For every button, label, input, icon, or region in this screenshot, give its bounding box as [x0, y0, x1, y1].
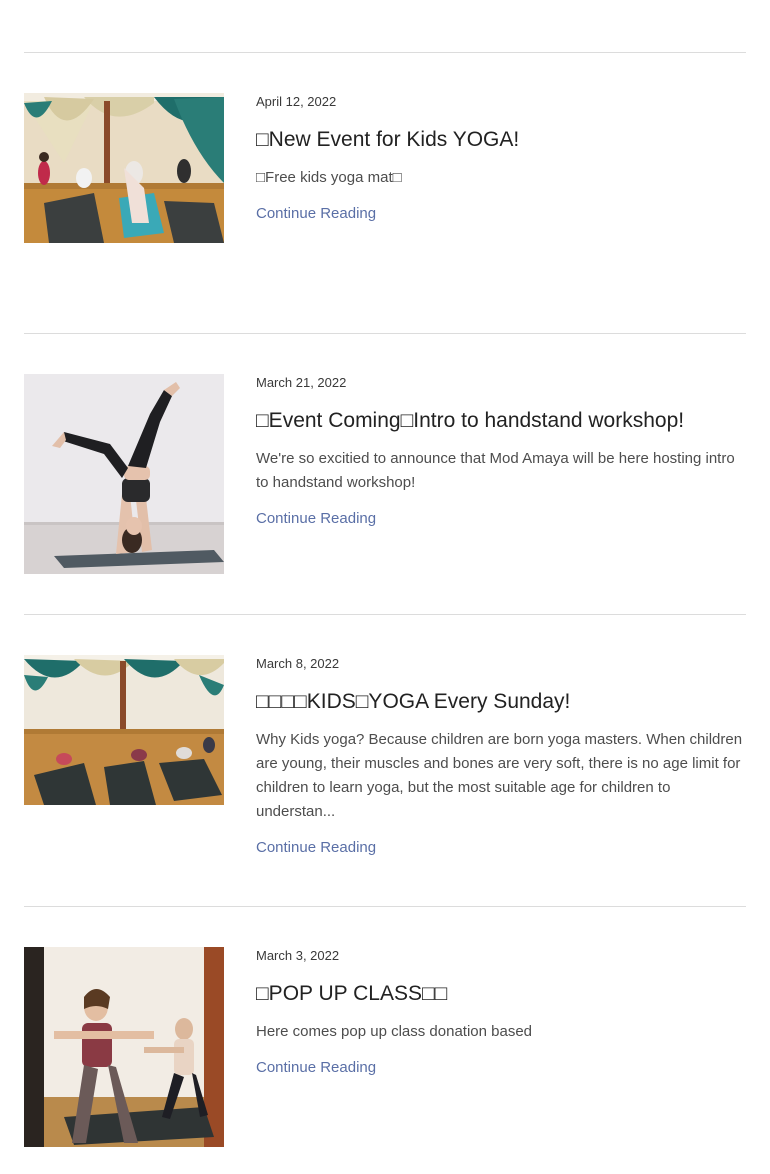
- continue-reading-link[interactable]: Continue Reading: [256, 509, 376, 529]
- continue-reading-link[interactable]: Continue Reading: [256, 1058, 376, 1078]
- divider: [24, 333, 746, 334]
- post-thumbnail[interactable]: [24, 655, 224, 805]
- post-body: March 8, 2022 □□□□KIDS□YOGA Every Sunday…: [256, 655, 746, 858]
- post-thumbnail[interactable]: [24, 374, 224, 574]
- post-thumbnail-image: [24, 947, 224, 1147]
- post-title[interactable]: □POP UP CLASS□□: [256, 982, 746, 1006]
- post-title[interactable]: □New Event for Kids YOGA!: [256, 128, 746, 152]
- post-date: March 3, 2022: [256, 948, 340, 963]
- post-thumbnail[interactable]: [24, 947, 224, 1147]
- post-thumbnail[interactable]: [24, 93, 224, 243]
- divider: [24, 52, 746, 53]
- post-thumbnail-image: [24, 93, 224, 243]
- post-date: March 8, 2022: [256, 656, 340, 671]
- post-excerpt: □Free kids yoga mat□: [256, 169, 402, 186]
- divider: [24, 614, 746, 615]
- continue-reading-link[interactable]: Continue Reading: [256, 204, 376, 224]
- post-body: March 3, 2022 □POP UP CLASS□□ Here comes…: [256, 947, 746, 1078]
- post-body: March 21, 2022 □Event Coming□Intro to ha…: [256, 374, 746, 529]
- blog-list-page: April 12, 2022 □New Event for Kids YOGA!…: [0, 0, 770, 1174]
- post-excerpt: We're so excitied to announce that Mod A…: [256, 450, 735, 491]
- post-thumbnail-image: [24, 655, 224, 805]
- divider: [24, 906, 746, 907]
- post-date: April 12, 2022: [256, 94, 337, 109]
- post-title[interactable]: □□□□KIDS□YOGA Every Sunday!: [256, 690, 746, 714]
- post-excerpt: Here comes pop up class donation based: [256, 1023, 533, 1040]
- post-date: March 21, 2022: [256, 375, 347, 390]
- post-title[interactable]: □Event Coming□Intro to handstand worksho…: [256, 409, 746, 433]
- post-excerpt: Why Kids yoga? Because children are born…: [256, 731, 743, 820]
- post-body: April 12, 2022 □New Event for Kids YOGA!…: [256, 93, 746, 224]
- post-thumbnail-image: [24, 374, 224, 574]
- continue-reading-link[interactable]: Continue Reading: [256, 838, 376, 858]
